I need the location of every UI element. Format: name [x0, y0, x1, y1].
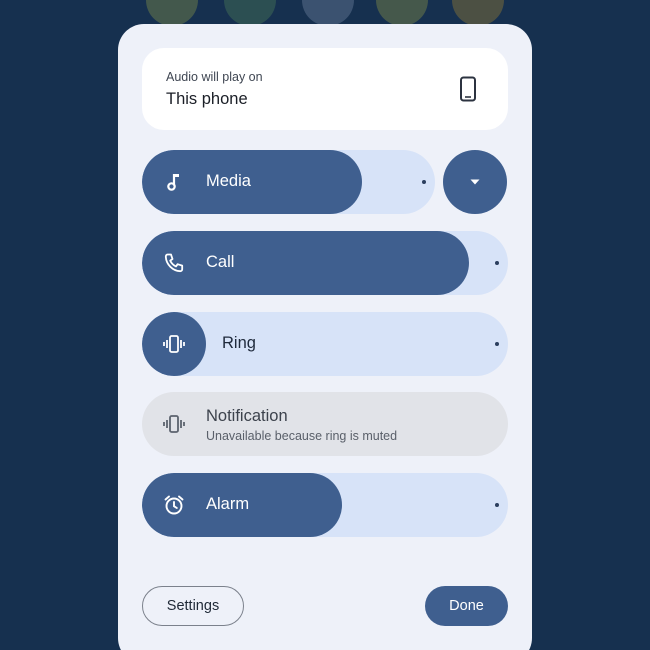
phone-icon [460, 76, 476, 102]
caret-down-icon [470, 179, 480, 185]
output-device: This phone [166, 90, 248, 108]
notification-status: Unavailable because ring is muted [206, 429, 398, 443]
audio-output-card[interactable]: Audio will play on This phone [142, 48, 508, 130]
app-icon-4 [376, 0, 428, 26]
ring-volume-slider[interactable]: Ring [142, 312, 508, 376]
alarm-clock-icon [164, 495, 184, 515]
volume-panel: Audio will play on This phone Media Call [118, 24, 532, 650]
call-slider-fill [142, 231, 469, 295]
phone-call-icon [164, 253, 184, 273]
vibrate-icon [163, 415, 185, 433]
app-icon-2 [224, 0, 276, 26]
call-label: Call [206, 253, 235, 271]
media-slider-end-dot [422, 180, 426, 184]
alarm-label: Alarm [206, 495, 250, 513]
notification-label: Notification [206, 407, 288, 425]
notification-volume-slider: Notification Unavailable because ring is… [142, 392, 508, 456]
settings-button[interactable]: Settings [142, 586, 244, 626]
media-volume-slider[interactable]: Media [142, 150, 435, 214]
call-slider-end-dot [495, 261, 499, 265]
call-volume-slider[interactable]: Call [142, 231, 508, 295]
media-label: Media [206, 172, 251, 190]
alarm-volume-slider[interactable]: Alarm [142, 473, 508, 537]
vibrate-icon [163, 335, 185, 353]
music-note-icon [167, 174, 179, 191]
expand-button[interactable] [443, 150, 507, 214]
ring-label: Ring [222, 334, 256, 352]
alarm-slider-end-dot [495, 503, 499, 507]
done-button[interactable]: Done [425, 586, 508, 626]
ring-slider-end-dot [495, 342, 499, 346]
home-app-row [0, 0, 650, 26]
app-icon-1 [146, 0, 198, 26]
output-label: Audio will play on [166, 70, 263, 84]
app-icon-3 [302, 0, 354, 26]
app-icon-5 [452, 0, 504, 26]
